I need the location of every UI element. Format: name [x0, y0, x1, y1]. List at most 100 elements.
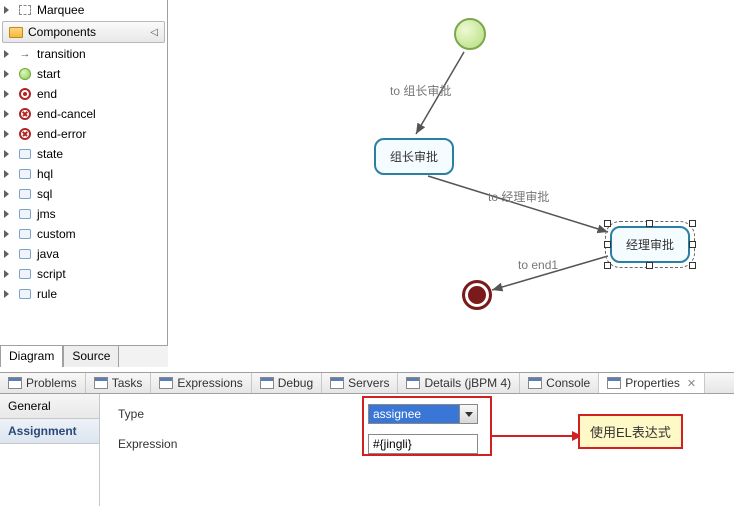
expand-icon: [4, 210, 9, 218]
node-icon: [18, 207, 32, 221]
transition-icon: →: [18, 47, 32, 61]
palette-label: jms: [37, 207, 56, 221]
expression-input[interactable]: #{jingli}: [368, 434, 478, 454]
view-tab-debug[interactable]: Debug: [252, 373, 322, 393]
palette-group-components[interactable]: Components ◁: [2, 21, 165, 43]
chevron-down-icon[interactable]: [459, 405, 477, 423]
palette-item-end-error[interactable]: end-error: [0, 124, 167, 144]
node-icon: [18, 287, 32, 301]
palette-item-java[interactable]: java: [0, 244, 167, 264]
palette-item-end[interactable]: end: [0, 84, 167, 104]
diagram-canvas[interactable]: to 组长审批 组长审批 to 经理审批 经理审批 to end1: [168, 0, 734, 345]
palette-label: sql: [37, 187, 52, 201]
view-icon: [607, 377, 621, 389]
task-node-1[interactable]: 组长审批: [374, 138, 454, 175]
palette-label: Marquee: [37, 3, 84, 17]
node-icon: [18, 187, 32, 201]
end-node[interactable]: [462, 280, 492, 310]
palette-item-script[interactable]: script: [0, 264, 167, 284]
view-tab-servers[interactable]: Servers: [322, 373, 398, 393]
tab-source[interactable]: Source: [63, 345, 119, 367]
view-tabs: ProblemsTasksExpressionsDebugServersDeta…: [0, 372, 734, 394]
node-icon: [18, 227, 32, 241]
palette-label: end-cancel: [37, 107, 96, 121]
expand-icon: [4, 50, 9, 58]
chevron-down-icon: ◁: [150, 27, 158, 38]
expand-icon: [4, 130, 9, 138]
end-cancel-icon: [18, 127, 32, 141]
view-tab-problems[interactable]: Problems: [0, 373, 86, 393]
expand-icon: [4, 170, 9, 178]
palette-marquee[interactable]: Marquee: [0, 0, 167, 20]
prop-tab-general[interactable]: General: [0, 394, 99, 419]
view-tab-properties[interactable]: Properties✕: [599, 372, 705, 393]
properties-categories: General Assignment: [0, 394, 100, 506]
view-icon: [94, 377, 108, 389]
tab-diagram[interactable]: Diagram: [0, 345, 63, 367]
node-icon: [18, 147, 32, 161]
palette-label: state: [37, 147, 63, 161]
edge-label: to 经理审批: [488, 188, 549, 205]
palette-item-custom[interactable]: custom: [0, 224, 167, 244]
folder-icon: [9, 27, 23, 38]
properties-form: Type assignee Expression #{jingli} 使用EL表…: [100, 394, 734, 506]
view-icon: [159, 377, 173, 389]
palette-label: rule: [37, 287, 57, 301]
palette-label: transition: [37, 47, 86, 61]
palette-item-rule[interactable]: rule: [0, 284, 167, 304]
view-tab-expressions[interactable]: Expressions: [151, 373, 251, 393]
view-tab-tasks[interactable]: Tasks: [86, 373, 152, 393]
prop-tab-assignment[interactable]: Assignment: [0, 419, 99, 444]
close-icon[interactable]: ✕: [687, 377, 696, 390]
end-cancel-icon: [18, 107, 32, 121]
view-tab-console[interactable]: Console: [520, 373, 599, 393]
start-icon: [18, 67, 32, 81]
palette-label: end: [37, 87, 57, 101]
view-icon: [406, 377, 420, 389]
palette-label: hql: [37, 167, 53, 181]
palette-label: custom: [37, 227, 76, 241]
view-icon: [528, 377, 542, 389]
palette-item-transition[interactable]: → transition: [0, 44, 167, 64]
palette-label: java: [37, 247, 59, 261]
expand-icon: [4, 230, 9, 238]
marquee-icon: [18, 3, 32, 17]
type-combo[interactable]: assignee: [368, 404, 478, 424]
node-icon: [18, 247, 32, 261]
expand-icon: [4, 290, 9, 298]
expand-icon: [4, 70, 9, 78]
palette-item-end-cancel[interactable]: end-cancel: [0, 104, 167, 124]
node-icon: [18, 267, 32, 281]
editor-tabs: Diagram Source: [0, 345, 168, 367]
palette-item-hql[interactable]: hql: [0, 164, 167, 184]
palette-item-state[interactable]: state: [0, 144, 167, 164]
palette-item-jms[interactable]: jms: [0, 204, 167, 224]
type-value: assignee: [369, 405, 459, 423]
properties-panel: General Assignment Type assignee Express…: [0, 394, 734, 506]
view-icon: [330, 377, 344, 389]
palette: Marquee Components ◁ → transition start end…: [0, 0, 168, 345]
expand-icon: [4, 250, 9, 258]
palette-group-label: Components: [28, 25, 96, 39]
expand-icon: [4, 6, 9, 14]
connectors: [168, 0, 734, 345]
arrow-icon: [492, 426, 582, 446]
task-node-2-selected[interactable]: 经理审批: [610, 226, 690, 263]
palette-label: script: [37, 267, 66, 281]
node-icon: [18, 167, 32, 181]
expand-icon: [4, 110, 9, 118]
palette-item-sql[interactable]: sql: [0, 184, 167, 204]
start-node[interactable]: [454, 18, 486, 50]
expand-icon: [4, 150, 9, 158]
expand-icon: [4, 190, 9, 198]
palette-item-start[interactable]: start: [0, 64, 167, 84]
palette-label: start: [37, 67, 60, 81]
palette-label: end-error: [37, 127, 86, 141]
view-tab-details-jbpm-4-[interactable]: Details (jBPM 4): [398, 373, 520, 393]
end-icon: [18, 87, 32, 101]
type-label: Type: [118, 407, 368, 421]
edge-label: to 组长审批: [390, 82, 451, 99]
view-icon: [260, 377, 274, 389]
expand-icon: [4, 270, 9, 278]
annotation-callout: 使用EL表达式: [578, 414, 683, 449]
